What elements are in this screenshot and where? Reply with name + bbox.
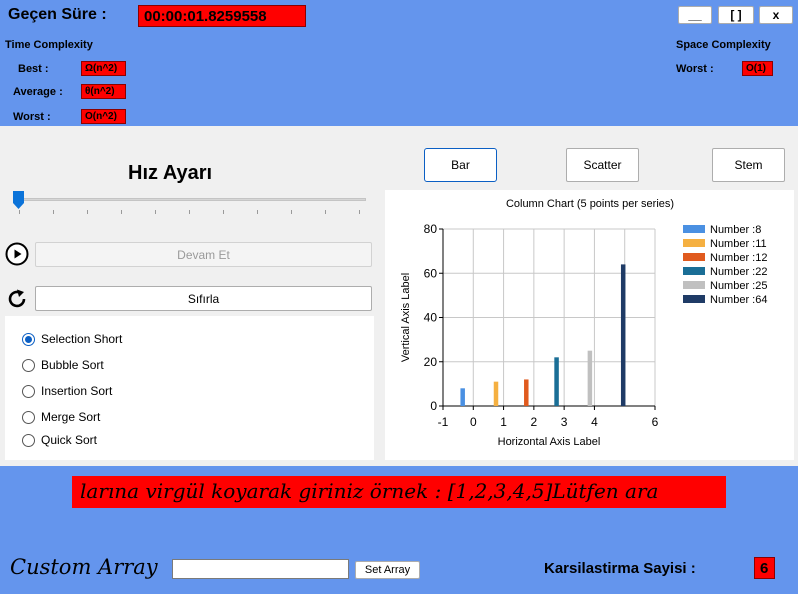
slider-tick — [19, 210, 20, 214]
y-tick-label: 0 — [430, 399, 437, 413]
elapsed-label: Geçen Süre : — [8, 6, 107, 23]
stem-chart-button[interactable]: Stem — [712, 148, 785, 182]
slider-tick — [121, 210, 122, 214]
x-axis-label: Horizontal Axis Label — [498, 436, 601, 448]
speed-slider[interactable] — [12, 190, 368, 220]
bar — [460, 388, 465, 406]
space-worst-value: O(1) — [742, 61, 773, 76]
slider-tick — [53, 210, 54, 214]
radio-icon — [22, 332, 35, 346]
column-chart: Column Chart (5 points per series)020406… — [400, 198, 767, 448]
radio-selection-sort[interactable]: Selection Short — [22, 331, 122, 347]
slider-tick — [359, 210, 360, 214]
radio-bubble-sort[interactable]: Bubble Sort — [22, 357, 104, 373]
slider-tick — [257, 210, 258, 214]
custom-array-input[interactable] — [172, 559, 349, 579]
maximize-button[interactable]: [ ] — [718, 6, 754, 24]
radio-icon — [22, 410, 35, 424]
best-label: Best : — [18, 63, 49, 75]
scatter-chart-button[interactable]: Scatter — [566, 148, 639, 182]
bar — [620, 264, 626, 406]
radio-label: Insertion Sort — [41, 384, 113, 398]
legend-swatch — [683, 281, 705, 289]
bar — [554, 357, 559, 406]
radio-label: Quick Sort — [41, 433, 98, 447]
worst-value: O(n^2) — [81, 109, 126, 124]
bar — [524, 379, 529, 406]
instruction-banner: larına virgül koyarak giriniz örnek : [1… — [72, 476, 726, 508]
slider-tick — [223, 210, 224, 214]
slider-tick — [87, 210, 88, 214]
legend-label: Number :11 — [710, 238, 767, 250]
y-tick-label: 40 — [424, 311, 438, 325]
legend-label: Number :8 — [710, 224, 761, 236]
close-button[interactable]: x — [759, 6, 793, 24]
radio-label: Bubble Sort — [41, 358, 104, 372]
legend-label: Number :25 — [710, 280, 767, 292]
elapsed-value: 00:00:01.8259558 — [138, 5, 306, 27]
slider-tick — [291, 210, 292, 214]
play-icon[interactable] — [5, 242, 29, 266]
x-tick-label: 2 — [531, 415, 538, 429]
legend-swatch — [683, 267, 705, 275]
best-value: Ω(n^2) — [81, 61, 126, 76]
speed-title: Hız Ayarı — [128, 162, 213, 184]
continue-button[interactable]: Devam Et — [35, 242, 372, 267]
x-tick-label: -1 — [438, 415, 449, 429]
speed-slider-thumb[interactable] — [13, 191, 24, 209]
radio-merge-sort[interactable]: Merge Sort — [22, 409, 100, 425]
custom-array-label: Custom Array — [10, 555, 158, 579]
average-value: θ(n^2) — [81, 84, 126, 99]
minimize-button[interactable]: __ — [678, 6, 712, 24]
slider-tick — [189, 210, 190, 214]
legend-label: Number :12 — [710, 252, 767, 264]
y-tick-label: 20 — [424, 355, 438, 369]
space-worst-label: Worst : — [676, 63, 714, 75]
time-complexity-title: Time Complexity — [5, 39, 93, 51]
radio-label: Selection Short — [41, 332, 123, 346]
reset-icon[interactable] — [5, 287, 29, 311]
legend-label: Number :64 — [710, 294, 767, 306]
speed-slider-ticks — [12, 210, 368, 214]
radio-icon — [22, 358, 35, 372]
bar-chart-button[interactable]: Bar — [424, 148, 497, 182]
set-array-button[interactable]: Set Array — [355, 561, 420, 579]
chart-title: Column Chart (5 points per series) — [506, 198, 674, 210]
legend-swatch — [683, 239, 705, 247]
y-axis-label: Vertical Axis Label — [400, 273, 412, 362]
legend-label: Number :22 — [710, 266, 767, 278]
comparisons-label: Karsilastirma Sayisi : — [544, 560, 696, 577]
average-label: Average : — [13, 86, 63, 98]
y-tick-label: 60 — [424, 266, 438, 280]
legend-swatch — [683, 253, 705, 261]
slider-tick — [325, 210, 326, 214]
reset-button[interactable]: Sıfırla — [35, 286, 372, 311]
x-tick-label: 4 — [591, 415, 598, 429]
radio-label: Merge Sort — [41, 410, 101, 424]
legend-swatch — [683, 295, 705, 303]
x-tick-label: 0 — [470, 415, 477, 429]
legend-swatch — [683, 225, 705, 233]
radio-icon — [22, 433, 35, 447]
space-complexity-title: Space Complexity — [676, 39, 771, 51]
bar — [493, 381, 499, 406]
y-tick-label: 80 — [424, 222, 438, 236]
radio-icon — [22, 384, 35, 398]
radio-insertion-sort[interactable]: Insertion Sort — [22, 383, 112, 399]
chart-panel: Column Chart (5 points per series) 0 20 40 6… — [385, 190, 794, 460]
speed-slider-track — [14, 198, 366, 201]
x-tick-label: 3 — [561, 415, 568, 429]
worst-label: Worst : — [13, 111, 51, 123]
x-tick-label: 1 — [500, 415, 507, 429]
comparisons-value: 6 — [754, 557, 775, 579]
slider-tick — [155, 210, 156, 214]
bar — [587, 350, 593, 406]
x-tick-label: 6 — [652, 415, 659, 429]
radio-quick-sort[interactable]: Quick Sort — [22, 432, 97, 448]
